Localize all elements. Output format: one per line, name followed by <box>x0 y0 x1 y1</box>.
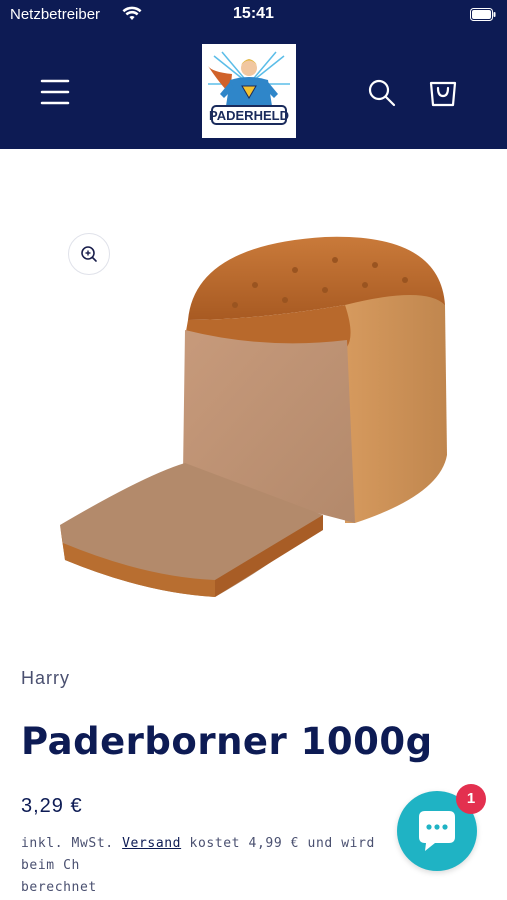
tax-shipping-note: inkl. MwSt. Versand kostet 4,99 € und wi… <box>21 833 401 899</box>
site-header: Netzbetreiber 15:41 PADERHELD <box>0 0 507 149</box>
battery-icon <box>470 8 496 21</box>
chat-unread-badge: 1 <box>456 784 486 814</box>
search-icon[interactable] <box>366 77 398 109</box>
product-title: Paderborner 1000g <box>21 720 433 763</box>
shipping-link[interactable]: Versand <box>122 836 181 851</box>
superhero-logo-icon: PADERHELD <box>208 51 290 125</box>
tax-line2: berechnet <box>21 880 97 895</box>
bread-loaf-image[interactable] <box>55 225 455 610</box>
status-bar: Netzbetreiber 15:41 <box>0 0 507 30</box>
product-price: 3,29 € <box>21 795 83 817</box>
status-time: 15:41 <box>233 5 274 22</box>
product-vendor: Harry <box>21 668 70 688</box>
svg-text:PADERHELD: PADERHELD <box>209 108 289 123</box>
store-logo[interactable]: PADERHELD <box>202 44 296 138</box>
tax-prefix: inkl. MwSt. <box>21 836 123 851</box>
hamburger-menu-icon[interactable] <box>38 75 72 109</box>
shopping-bag-icon[interactable] <box>426 75 460 109</box>
